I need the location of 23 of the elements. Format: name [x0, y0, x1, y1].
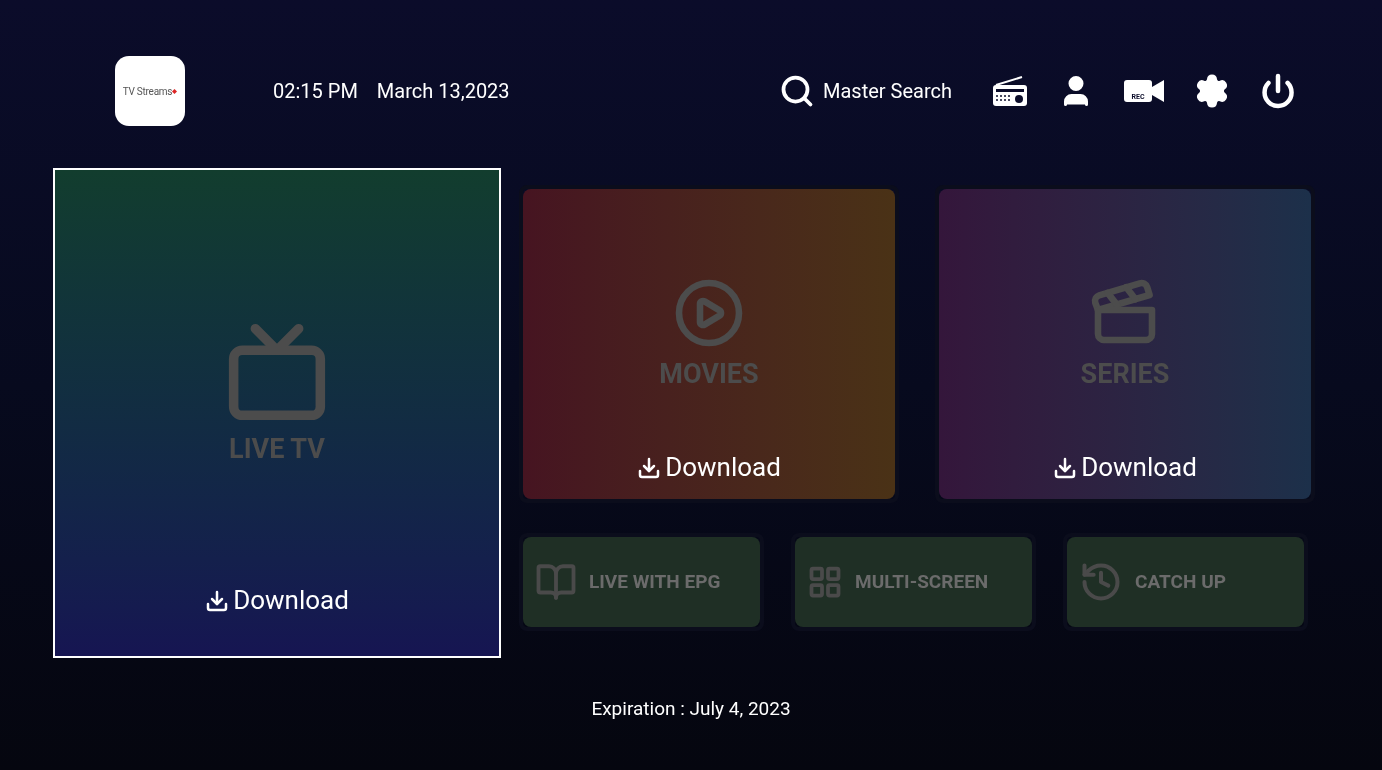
master-search-button[interactable]: Master Search: [779, 73, 952, 109]
book-icon: [535, 561, 577, 603]
feature-label: CATCH UP: [1135, 568, 1226, 595]
download-icon: [1053, 455, 1078, 480]
download-label: Download: [665, 451, 781, 484]
date-text: March 13,2023: [376, 78, 510, 105]
download-icon: [205, 588, 230, 613]
search-icon: [779, 73, 815, 109]
settings-button[interactable]: [1194, 73, 1230, 109]
expiration-text: Expiration : July 4, 2023: [591, 696, 791, 722]
play-icon: [673, 277, 745, 349]
download-label: Download: [1081, 451, 1197, 484]
feature-label: MULTI-SCREEN: [855, 568, 989, 595]
tile-label: LIVE TV: [229, 436, 325, 463]
grid-icon: [807, 564, 843, 600]
power-button[interactable]: [1260, 73, 1296, 109]
logo-text: TV Streams: [122, 84, 173, 99]
feature-label: LIVE WITH EPG: [589, 568, 721, 595]
category-tile[interactable]: LIVE TV Download: [55, 170, 499, 656]
download-icon: [637, 455, 662, 480]
download-label: Download: [233, 584, 349, 617]
clock-time: 02:15 PM: [273, 78, 358, 105]
radio-player-button[interactable]: [992, 76, 1028, 106]
